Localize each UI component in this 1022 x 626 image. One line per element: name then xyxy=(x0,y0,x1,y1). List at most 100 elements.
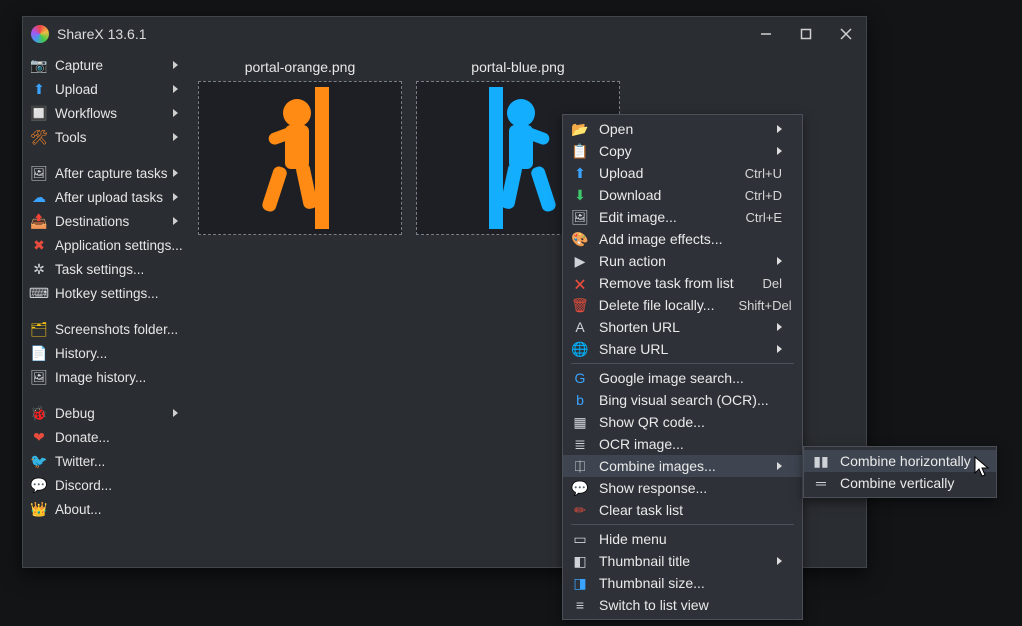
sidebar-item[interactable]: ☁After upload tasks xyxy=(23,185,188,209)
menu-item-icon: ⬆ xyxy=(571,164,589,182)
close-button[interactable] xyxy=(826,17,866,51)
menu-item[interactable]: ◧Thumbnail title xyxy=(563,550,802,572)
menu-item-label: Google image search... xyxy=(599,370,782,386)
sidebar-icon: 📄 xyxy=(31,345,47,361)
menu-item[interactable]: bBing visual search (OCR)... xyxy=(563,389,802,411)
menu-item[interactable]: 🗙Remove task from listDel xyxy=(563,272,802,294)
menu-item-shortcut: Ctrl+D xyxy=(745,188,782,203)
app-logo-icon xyxy=(31,25,49,43)
menu-item[interactable]: 📋Copy xyxy=(563,140,802,162)
sidebar-icon: 💬 xyxy=(31,477,47,493)
sidebar: 📷Capture⬆Upload🔲Workflows🛠Tools 🖼After ca… xyxy=(23,51,188,567)
chevron-right-icon xyxy=(777,462,782,470)
menu-item[interactable]: 🎨Add image effects... xyxy=(563,228,802,250)
sidebar-item[interactable]: ✲Task settings... xyxy=(23,257,188,281)
menu-separator xyxy=(571,363,794,364)
sidebar-icon: ☁ xyxy=(31,189,47,205)
sidebar-icon: 🖼 xyxy=(31,165,47,181)
menu-item[interactable]: 💬Show response... xyxy=(563,477,802,499)
menu-item-label: Show QR code... xyxy=(599,414,782,430)
app-title: ShareX 13.6.1 xyxy=(57,26,147,42)
thumbnail-label: portal-orange.png xyxy=(245,59,356,75)
menu-item-icon: ◨ xyxy=(571,574,589,592)
chevron-right-icon xyxy=(173,217,178,225)
menu-item-icon: G xyxy=(571,369,589,387)
menu-item-label: Combine vertically xyxy=(840,475,976,491)
sidebar-item-label: Destinations xyxy=(55,214,129,229)
sidebar-icon: 👑 xyxy=(31,501,47,517)
sidebar-item-label: Image history... xyxy=(55,370,146,385)
menu-item-label: Delete file locally... xyxy=(599,297,715,313)
menu-item-icon: 🖼 xyxy=(571,208,589,226)
menu-item[interactable]: AShorten URL xyxy=(563,316,802,338)
menu-item-label: Run action xyxy=(599,253,765,269)
menu-item[interactable]: ⬆UploadCtrl+U xyxy=(563,162,802,184)
menu-item-icon: 💬 xyxy=(571,479,589,497)
sidebar-item[interactable]: 🛠Tools xyxy=(23,125,188,149)
sidebar-icon: 📤 xyxy=(31,213,47,229)
sidebar-item[interactable]: 🗂Screenshots folder... xyxy=(23,317,188,341)
chevron-right-icon xyxy=(777,147,782,155)
menu-item[interactable]: ▭Hide menu xyxy=(563,528,802,550)
sidebar-item[interactable]: 🐦Twitter... xyxy=(23,449,188,473)
menu-item-label: Combine horizontally xyxy=(840,453,976,469)
sidebar-item[interactable]: 🖼Image history... xyxy=(23,365,188,389)
menu-item-shortcut: Ctrl+U xyxy=(745,166,782,181)
menu-item-label: Thumbnail size... xyxy=(599,575,782,591)
menu-item-icon: 🎨 xyxy=(571,230,589,248)
menu-item[interactable]: 🖼 Edit image... Ctrl+E xyxy=(563,206,802,228)
menu-item[interactable]: ▶Run action xyxy=(563,250,802,272)
sidebar-icon: 🔲 xyxy=(31,105,47,121)
menu-item-icon: 🗑 xyxy=(571,296,589,314)
thumb-portal-orange[interactable]: portal-orange.png xyxy=(198,59,402,235)
menu-item[interactable]: ◨ Thumbnail size... xyxy=(563,572,802,594)
menu-item-icon: ✏ xyxy=(571,501,589,519)
menu-item-label: Combine images... xyxy=(599,458,765,474)
sidebar-item[interactable]: 💬Discord... xyxy=(23,473,188,497)
menu-item-shortcut: Shift+Del xyxy=(738,298,791,313)
menu-item[interactable]: ≣OCR image... xyxy=(563,433,802,455)
sidebar-item-label: Tools xyxy=(55,130,87,145)
menu-item-label: Remove task from list xyxy=(599,275,738,291)
menu-item[interactable]: ⎅Combine images... xyxy=(563,455,802,477)
sidebar-item[interactable]: ⬆Upload xyxy=(23,77,188,101)
sidebar-item-label: Screenshots folder... xyxy=(55,322,178,337)
sidebar-item[interactable]: ⌨Hotkey settings... xyxy=(23,281,188,305)
sidebar-item[interactable]: 🖼After capture tasks xyxy=(23,161,188,185)
minimize-button[interactable] xyxy=(746,17,786,51)
sidebar-item-label: Hotkey settings... xyxy=(55,286,159,301)
sidebar-icon: ❤ xyxy=(31,429,47,445)
chevron-right-icon xyxy=(173,133,178,141)
menu-item-label: Clear task list xyxy=(599,502,782,518)
sidebar-item[interactable]: 🐞Debug xyxy=(23,401,188,425)
sidebar-item-label: Upload xyxy=(55,82,98,97)
sidebar-item-label: Application settings... xyxy=(55,238,183,253)
sidebar-item[interactable]: ✖ Application settings... xyxy=(23,233,188,257)
menu-item[interactable]: 🌐Share URL xyxy=(563,338,802,360)
menu-item-icon: ⬇ xyxy=(571,186,589,204)
menu-item[interactable]: ▦Show QR code... xyxy=(563,411,802,433)
sidebar-item[interactable]: 👑About... xyxy=(23,497,188,521)
sidebar-item-label: Task settings... xyxy=(55,262,144,277)
menu-item[interactable]: ▮▮Combine horizontally xyxy=(804,450,996,472)
chevron-right-icon xyxy=(173,409,178,417)
menu-item[interactable]: ≡Switch to list view xyxy=(563,594,802,616)
menu-item[interactable]: 📂Open xyxy=(563,118,802,140)
menu-item[interactable]: ✏ Clear task list xyxy=(563,499,802,521)
menu-item-label: Edit image... xyxy=(599,209,722,225)
sidebar-item[interactable]: 🔲Workflows xyxy=(23,101,188,125)
menu-item[interactable]: ⬇DownloadCtrl+D xyxy=(563,184,802,206)
sidebar-item[interactable]: 📄History... xyxy=(23,341,188,365)
maximize-button[interactable] xyxy=(786,17,826,51)
sidebar-item[interactable]: ❤Donate... xyxy=(23,425,188,449)
sidebar-item[interactable]: 📷Capture xyxy=(23,53,188,77)
menu-item-shortcut: Ctrl+E xyxy=(746,210,782,225)
menu-item[interactable]: ═Combine vertically xyxy=(804,472,996,494)
titlebar: ShareX 13.6.1 xyxy=(23,17,866,51)
sidebar-icon: ✖ xyxy=(31,237,47,253)
sidebar-item[interactable]: 📤 Destinations xyxy=(23,209,188,233)
context-menu[interactable]: 📂Open📋Copy⬆UploadCtrl+U⬇DownloadCtrl+D 🖼 E… xyxy=(562,114,803,620)
menu-item[interactable]: 🗑 Delete file locally... Shift+Del xyxy=(563,294,802,316)
combine-images-submenu[interactable]: ▮▮Combine horizontally═Combine verticall… xyxy=(803,446,997,498)
menu-item[interactable]: G Google image search... xyxy=(563,367,802,389)
